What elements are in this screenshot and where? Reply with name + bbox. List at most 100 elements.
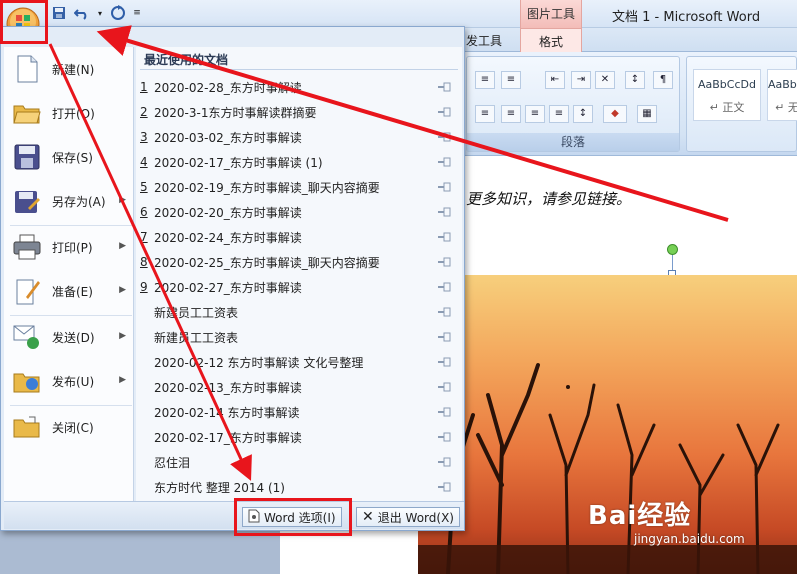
pin-icon[interactable] xyxy=(438,456,452,470)
recent-document-item[interactable]: 6 2020-02-20_东方时事解读 xyxy=(140,200,458,224)
recent-document-item[interactable]: 东方时代 整理 2014 (1) xyxy=(140,475,458,499)
baidu-watermark: Bai经验 jingyan.baidu.com xyxy=(588,495,745,546)
justify-button[interactable]: ≡ xyxy=(525,105,545,123)
exit-word-button[interactable]: ✕ 退出 Word(X) xyxy=(356,507,460,527)
quick-access-toolbar: ▾ ≡ xyxy=(50,3,142,23)
dropdown-arrow-icon[interactable]: ▾ xyxy=(96,4,104,22)
watermark-brand: Bai经验 xyxy=(588,501,692,531)
pin-icon[interactable] xyxy=(438,381,452,395)
menu-separator xyxy=(10,405,132,406)
style-no-spacing[interactable]: AaBbCcDd ↵ 无 xyxy=(767,69,797,121)
document-text[interactable]: 更多知识，请参见链接。 xyxy=(466,188,631,209)
recent-document-item[interactable]: 3 2020-03-02_东方时事解读 xyxy=(140,125,458,149)
publish-icon xyxy=(10,365,44,397)
pin-icon[interactable] xyxy=(438,156,452,170)
submenu-arrow-icon: ▶ xyxy=(119,375,126,385)
recent-document-name: 忍住泪 xyxy=(154,455,191,470)
redo-icon[interactable] xyxy=(109,4,127,22)
recent-document-number: 3 xyxy=(140,130,148,144)
recent-document-name: 2020-02-17_东方时事解读 xyxy=(154,430,302,445)
menu-item-open[interactable]: 打开(O) xyxy=(4,93,134,133)
recent-document-number: 9 xyxy=(140,280,148,294)
distributed-button[interactable]: ≡ xyxy=(549,105,569,123)
menu-item-prepare[interactable]: 准备(E) ▶ xyxy=(4,271,134,311)
style-normal[interactable]: AaBbCcDd ↵ 正文 xyxy=(693,69,761,121)
pin-icon[interactable] xyxy=(438,131,452,145)
increase-indent-button[interactable]: ⇥ xyxy=(571,71,591,89)
recent-document-number: 4 xyxy=(140,155,148,169)
recent-document-item[interactable]: 忍住泪 xyxy=(140,450,458,474)
recent-document-item[interactable]: 7 2020-02-24_东方时事解读 xyxy=(140,225,458,249)
recent-document-item[interactable]: 8 2020-02-25_东方时事解读_聊天内容摘要 xyxy=(140,250,458,274)
shading-button[interactable]: ◆ xyxy=(603,105,627,123)
undo-icon[interactable] xyxy=(73,4,91,22)
pin-icon[interactable] xyxy=(438,256,452,270)
recent-document-item[interactable]: 1 2020-02-28_东方时事解读 xyxy=(140,75,458,99)
office-menu-commands: 新建(N) 打开(O) 保存(S) 另存为(A) ▶ 打印(P) ▶ 准备(E)… xyxy=(4,47,134,525)
recent-document-item[interactable]: 9 2020-02-27_东方时事解读 xyxy=(140,275,458,299)
style-name: ↵ 无 xyxy=(775,101,797,114)
pin-icon[interactable] xyxy=(438,331,452,345)
recent-document-item[interactable]: 5 2020-02-19_东方时事解读_聊天内容摘要 xyxy=(140,175,458,199)
pin-icon[interactable] xyxy=(438,431,452,445)
numbering-button[interactable]: ≡ xyxy=(501,71,521,89)
recent-document-item[interactable]: 新建员工工资表 xyxy=(140,325,458,349)
borders-button[interactable]: ▦ xyxy=(637,105,657,123)
recent-document-number: 6 xyxy=(140,205,148,219)
save-icon[interactable] xyxy=(50,4,68,22)
menu-item-close[interactable]: 关闭(C) xyxy=(4,407,134,447)
line-spacing-button[interactable]: ↕ xyxy=(573,105,593,123)
submenu-arrow-icon: ▶ xyxy=(119,195,126,205)
tab-developer[interactable]: 发工具 xyxy=(466,32,502,49)
bullets-button[interactable]: ≡ xyxy=(475,71,495,89)
recent-document-name: 新建员工工资表 xyxy=(154,305,239,320)
recent-document-item[interactable]: 2020-02-14 东方时事解读 xyxy=(140,400,458,424)
pin-icon[interactable] xyxy=(438,206,452,220)
menu-item-print[interactable]: 打印(P) ▶ xyxy=(4,227,134,267)
recent-document-number: 5 xyxy=(140,180,148,194)
asian-layout-button[interactable]: ✕ xyxy=(595,71,615,89)
style-sample-text: AaBbCcDd xyxy=(768,78,797,91)
recent-document-name: 2020-02-17_东方时事解读 (1) xyxy=(154,155,323,170)
pin-icon[interactable] xyxy=(438,231,452,245)
pin-icon[interactable] xyxy=(438,106,452,120)
sort-button[interactable]: ↕ xyxy=(625,71,645,89)
rotate-handle[interactable] xyxy=(667,244,678,255)
recent-document-number: 7 xyxy=(140,230,148,244)
pin-icon[interactable] xyxy=(438,406,452,420)
recent-document-item[interactable]: 4 2020-02-17_东方时事解读 (1) xyxy=(140,150,458,174)
recent-document-number: 1 xyxy=(140,80,148,94)
tab-format[interactable]: 格式 xyxy=(520,28,582,52)
exit-word-label: 退出 Word(X) xyxy=(377,510,454,525)
pin-icon[interactable] xyxy=(438,306,452,320)
recent-document-item[interactable]: 新建员工工资表 xyxy=(140,300,458,324)
save-disk-icon xyxy=(10,141,44,173)
pin-icon[interactable] xyxy=(438,181,452,195)
menu-item-save[interactable]: 保存(S) xyxy=(4,137,134,177)
header-divider xyxy=(140,69,458,70)
show-marks-button[interactable]: ¶ xyxy=(653,71,673,89)
recent-document-item[interactable]: 2 2020-3-1东方时事解读群摘要 xyxy=(140,100,458,124)
align-right-button[interactable]: ≡ xyxy=(501,105,521,123)
pin-icon[interactable] xyxy=(438,481,452,495)
menu-item-save-as[interactable]: 另存为(A) ▶ xyxy=(4,181,134,221)
menu-item-send[interactable]: 发送(D) ▶ xyxy=(4,317,134,357)
save-as-icon xyxy=(10,185,44,217)
align-center-button[interactable]: ≡ xyxy=(475,105,495,123)
pin-icon[interactable] xyxy=(438,356,452,370)
recent-document-item[interactable]: 2020-02-17_东方时事解读 xyxy=(140,425,458,449)
recent-document-item[interactable]: 2020-02-13_东方时事解读 xyxy=(140,375,458,399)
customize-toolbar-icon[interactable]: ≡ xyxy=(132,4,142,22)
pin-icon[interactable] xyxy=(438,281,452,295)
decrease-indent-button[interactable]: ⇤ xyxy=(545,71,565,89)
menu-item-new[interactable]: 新建(N) xyxy=(4,49,134,89)
menu-item-publish[interactable]: 发布(U) ▶ xyxy=(4,361,134,401)
submenu-arrow-icon: ▶ xyxy=(119,331,126,341)
recent-documents-header: 最近使用的文档 xyxy=(144,53,229,67)
recent-document-item[interactable]: 2020-02-12 东方时事解读 文化号整理 xyxy=(140,350,458,374)
menu-separator xyxy=(10,225,132,226)
send-icon xyxy=(10,321,44,353)
pin-icon[interactable] xyxy=(438,81,452,95)
open-folder-icon xyxy=(10,97,44,129)
paragraph-group-label: 段落 xyxy=(467,133,679,151)
